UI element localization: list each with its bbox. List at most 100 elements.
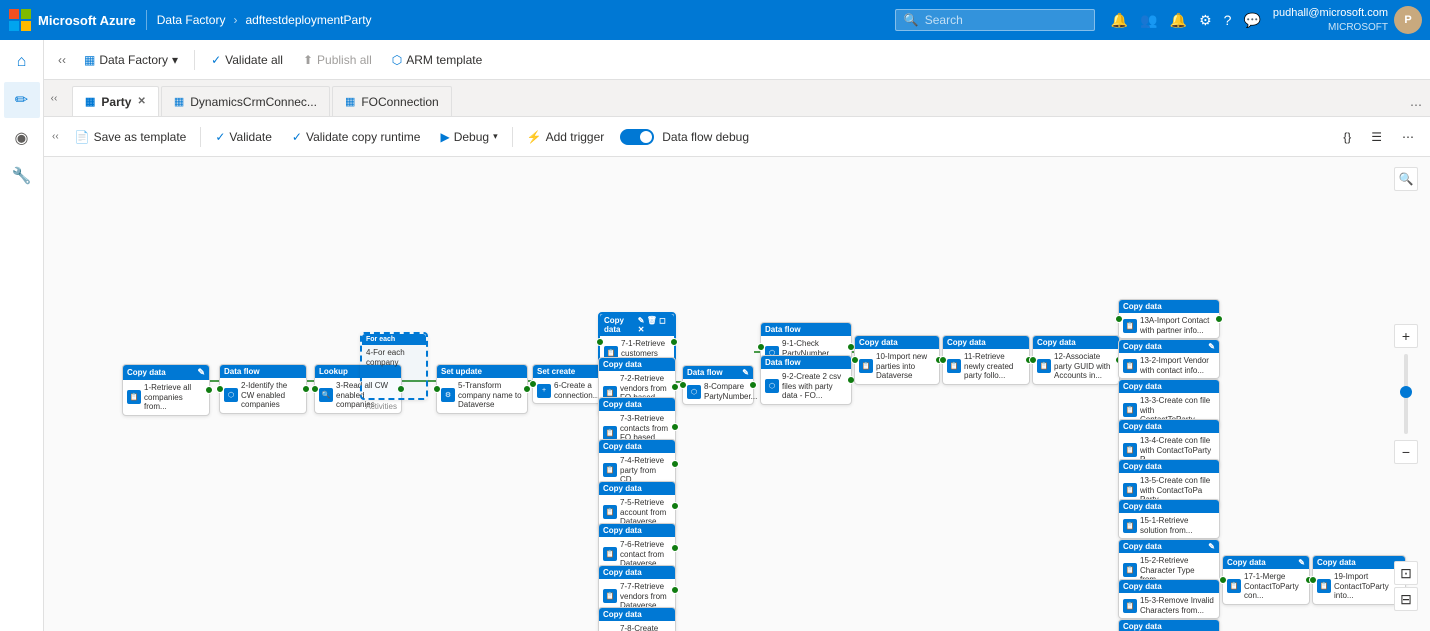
node-n35-text: 19-Import ContactToParty into... [1334, 572, 1401, 601]
feedback-icon[interactable]: 💬 [1243, 12, 1260, 29]
more-options-icon: ⋯ [1402, 130, 1414, 144]
sidebar-item-edit[interactable]: ✏ [4, 82, 40, 118]
node-n1-icon: 📋 [127, 390, 141, 404]
node-n26-icon: 📋 [1123, 483, 1137, 497]
node-n2[interactable]: Data flow ⬡ 2-Identify the CW enabled co… [219, 364, 307, 414]
node-n20[interactable]: Copy data 📋 11-Retrieve newly created pa… [942, 335, 1030, 385]
node-n5[interactable]: Set update ⚙ 5-Transform company name to… [436, 364, 528, 414]
node-n30[interactable]: Copy data 📋 15-5-Post-proc Contact Perso… [1118, 619, 1220, 631]
node-n23[interactable]: Copy data ✎ 📋 13-2-Import Vendor with co… [1118, 339, 1220, 379]
search-box[interactable]: 🔍 [895, 9, 1095, 31]
pipeline-collapse-btn[interactable]: ‹‹ [52, 131, 59, 142]
node-n19[interactable]: Copy data 📋 10-Import new parties into D… [854, 335, 940, 385]
pipeline-tools-right: {} ☰ ⋯ [1335, 126, 1422, 148]
node-n29[interactable]: Copy data 📋 15-3-Remove Invalid Characte… [1118, 579, 1220, 619]
tab-party[interactable]: ▦ Party ✕ [72, 86, 159, 116]
node-n20-body: 📋 11-Retrieve newly created party follo.… [943, 349, 1029, 384]
arm-template-btn[interactable]: ⬡ ARM template [384, 49, 491, 71]
node-n1-header: Copy data ✎ [123, 365, 209, 380]
node-n3-left-connector [311, 385, 319, 393]
node-n2-right-connector [302, 385, 310, 393]
tabs-more-btn[interactable]: ⋯ [1410, 98, 1422, 112]
toolbar-collapse-btn[interactable]: ‹‹ [52, 50, 72, 70]
node-n16-right-connector [749, 381, 757, 389]
tab-party-close[interactable]: ✕ [137, 96, 145, 107]
directory-icon[interactable]: 👥 [1140, 12, 1157, 29]
monitor-icon: ◉ [15, 128, 29, 148]
zoom-slider-thumb[interactable] [1400, 386, 1412, 398]
sidebar-item-manage[interactable]: 🔧 [4, 158, 40, 194]
tab-fo[interactable]: ▦ FOConnection [332, 86, 452, 116]
debug-btn[interactable]: ▶ Debug ▾ [432, 126, 505, 148]
validate-copy-icon: ✓ [292, 130, 302, 144]
alert-bell-icon[interactable]: 🔔 [1170, 12, 1187, 29]
user-info[interactable]: pudhall@microsoft.com MICROSOFT P [1273, 6, 1422, 34]
node-n18-body: ⬡ 9-2-Create 2 csv files with party data… [761, 369, 851, 404]
node-n2-left-connector [216, 385, 224, 393]
validate-all-icon: ✓ [211, 53, 221, 67]
node-n34[interactable]: Copy data ✎ 📋 17-1-Merge ContactToParty … [1222, 555, 1310, 605]
tabs-bar: ▦ Party ✕ ▦ DynamicsCrmConnec... ▦ FOCon… [64, 80, 1430, 116]
node-n22[interactable]: Copy data 📋 13A-Import Contact with part… [1118, 299, 1220, 339]
node-n5-header: Set update [437, 365, 527, 378]
zoom-in-btn[interactable]: + [1394, 324, 1418, 348]
node-n12-icon: 📋 [603, 547, 617, 561]
fit-selected-btn[interactable]: ⊟ [1394, 587, 1418, 611]
more-options-btn[interactable]: ⋯ [1394, 126, 1422, 148]
node-n27[interactable]: Copy data 📋 15-1-Retrieve solution from.… [1118, 499, 1220, 539]
search-input[interactable] [925, 13, 1086, 27]
node-n14[interactable]: Copy data 📋 7-8-Create Mapi vocabulary t… [598, 607, 676, 631]
node-n21-header: Copy data [1033, 336, 1119, 349]
node-n18-icon: ⬡ [765, 379, 779, 393]
node-n24-icon: 📋 [1123, 403, 1137, 417]
help-icon[interactable]: ? [1224, 12, 1232, 28]
fit-selected-icon: ⊟ [1400, 591, 1412, 608]
tab-dynamics[interactable]: ▦ DynamicsCrmConnec... [161, 86, 330, 116]
node-n23-text: 13-2-Import Vendor with contact info... [1140, 356, 1215, 375]
node-n21[interactable]: Copy data 📋 12-Associate party GUID with… [1032, 335, 1120, 385]
node-n1-right-connector [205, 386, 213, 394]
sidebar-item-monitor[interactable]: ◉ [4, 120, 40, 156]
publish-all-btn[interactable]: ⬆ Publish all [295, 49, 380, 71]
fit-all-btn[interactable]: ⊡ [1394, 561, 1418, 585]
node-n34-text: 17-1-Merge ContactToParty con... [1244, 572, 1305, 601]
add-trigger-btn[interactable]: ⚡ Add trigger [519, 126, 613, 148]
settings-icon[interactable]: ⚙ [1199, 12, 1212, 29]
node-n7-main-header: Copy data ✎ 🗑 ◻ ✕ [600, 314, 674, 336]
validate-btn[interactable]: ✓ Validate [207, 126, 280, 148]
data-factory-btn[interactable]: ▦ Data Factory ▾ [76, 49, 186, 71]
node-n14-body: 📋 7-8-Create Mapi vocabulary to help map… [599, 621, 675, 631]
node-n16[interactable]: Data flow ✎ ⬡ 8-Compare PartyNumber... [682, 365, 754, 405]
canvas-fit-controls: ⊡ ⊟ [1394, 561, 1418, 611]
node-n1[interactable]: Copy data ✎ 📋 1-Retrieve all companies f… [122, 364, 210, 416]
save-as-template-btn[interactable]: 📄 Save as template [67, 126, 195, 148]
node-n21-body: 📋 12-Associate party GUID with Accounts … [1033, 349, 1119, 384]
node-n23-header: Copy data ✎ [1119, 340, 1219, 353]
breadcrumb-arrow: › [233, 13, 237, 27]
canvas-search-icon: 🔍 [1399, 172, 1414, 186]
code-btn[interactable]: {} [1335, 126, 1359, 148]
node-n18[interactable]: Data flow ⬡ 9-2-Create 2 csv files with … [760, 355, 852, 405]
tab-party-icon: ▦ [85, 95, 95, 108]
zoom-out-btn[interactable]: − [1394, 440, 1418, 464]
node-n28-icon: 📋 [1123, 563, 1137, 577]
debug-dropdown-icon: ▾ [493, 131, 498, 142]
data-flow-debug-toggle[interactable] [620, 129, 654, 145]
node-n34-header: Copy data ✎ [1223, 556, 1309, 569]
node-n4-text: 4-For each company [366, 348, 422, 367]
avatar[interactable]: P [1394, 6, 1422, 34]
node-n35[interactable]: Copy data 📋 19-Import ContactToParty int… [1312, 555, 1406, 605]
tabs-collapse-btn[interactable]: ‹‹ [44, 80, 64, 116]
notifications-icon[interactable]: 🔔 [1111, 12, 1128, 29]
params-btn[interactable]: ☰ [1363, 126, 1390, 148]
node-n4[interactable]: For each 4-For each company [360, 332, 428, 400]
canvas-search-btn[interactable]: 🔍 [1394, 167, 1418, 191]
validate-all-btn[interactable]: ✓ Validate all [203, 49, 291, 71]
node-n11-right-connector [671, 502, 679, 510]
sidebar-item-home[interactable]: ⌂ [4, 44, 40, 80]
node-n7-main-left-connector [596, 338, 604, 346]
validate-copy-btn[interactable]: ✓ Validate copy runtime [284, 126, 429, 148]
user-text: pudhall@microsoft.com MICROSOFT [1273, 6, 1388, 33]
node-n17-left-connector [757, 343, 765, 351]
canvas-area[interactable]: Copy data ✎ 📋 1-Retrieve all companies f… [44, 157, 1430, 631]
